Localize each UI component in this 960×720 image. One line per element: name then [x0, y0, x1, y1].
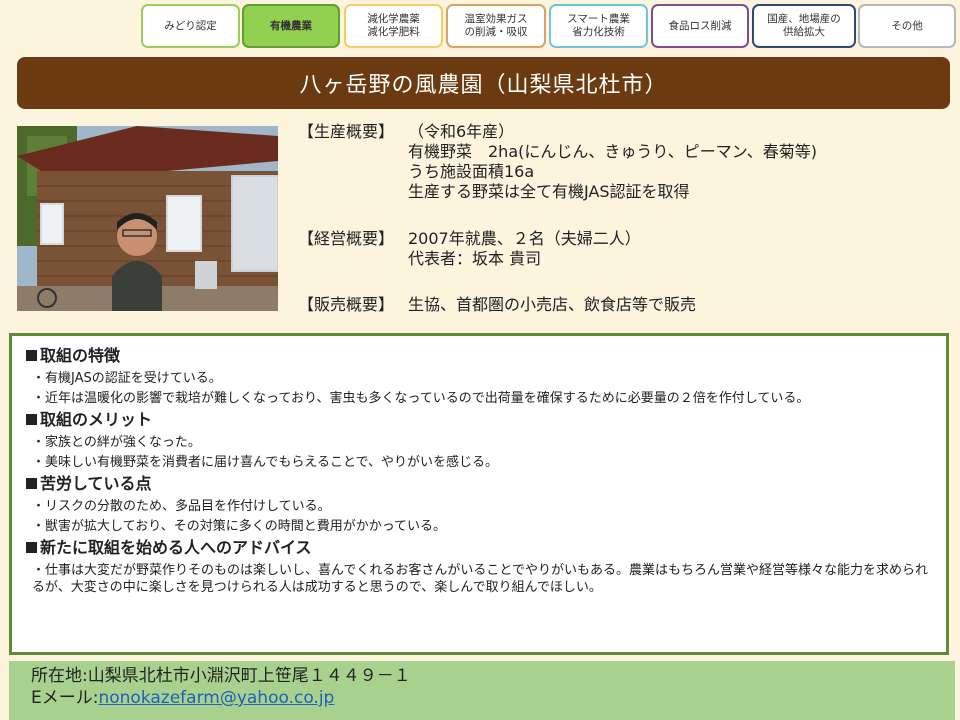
- production-line: 有機野菜 2ha(にんじん、きゅうり、ピーマン、春菊等): [408, 142, 818, 161]
- address: 所在地:山梨県北杜市小淵沢町上笹尾１４４９－１: [31, 666, 411, 686]
- square-bullet-icon: [26, 414, 37, 425]
- square-bullet-icon: [26, 478, 37, 489]
- section-title: 取組の特徴: [26, 345, 932, 367]
- production-summary: 【生産概要】 （令和6年産） 有機野菜 2ha(にんじん、きゅうり、ピーマン、春…: [298, 122, 817, 202]
- sales-label: 【販売概要】: [298, 295, 395, 314]
- page-title: 八ヶ岳野の風農園（山梨県北杜市）: [299, 73, 668, 98]
- production-label: 【生産概要】: [298, 122, 395, 141]
- tab-organic[interactable]: 有機農業: [242, 4, 340, 48]
- list-item: ・近年は温暖化の影響で栽培が難しくなっており、害虫も多くなっているので出荷量を確…: [32, 391, 810, 406]
- management-line: 2007年就農、２名（夫婦二人）: [408, 229, 641, 248]
- list-item: ・美味しい有機野菜を消費者に届け喜んでもらえることで、やりがいを感じる。: [32, 455, 499, 470]
- tab-reduced-chemicals[interactable]: 減化学農薬 減化学肥料: [344, 4, 443, 48]
- list-item: ・仕事は大変だが野菜作りそのものは楽しいし、喜んでくれるお客さんがいることでやり…: [32, 563, 928, 595]
- production-line: 生産する野菜は全て有機JAS認証を取得: [408, 182, 690, 201]
- tab-other[interactable]: その他: [858, 4, 956, 48]
- tab-food-loss[interactable]: 食品ロス削減: [651, 4, 749, 48]
- email-label: Eメール:: [31, 688, 99, 708]
- production-line: （令和6年産）: [408, 122, 515, 141]
- farmer-photo-illustration: [17, 126, 278, 311]
- production-line: うち施設面積16a: [408, 162, 535, 181]
- list-item: ・有機JASの認証を受けている。: [32, 371, 222, 386]
- tab-greenhouse-gas[interactable]: 温室効果ガス の削減・吸収: [446, 4, 546, 48]
- email-link[interactable]: nonokazefarm@yahoo.co.jp: [98, 688, 334, 708]
- contact-footer: 所在地:山梨県北杜市小淵沢町上笹尾１４４９－１ Eメール:nonokazefar…: [9, 661, 955, 720]
- sales-summary: 【販売概要】 生協、首都圏の小売店、飲食店等で販売: [298, 295, 696, 315]
- section-title: 新たに取組を始める人へのアドバイス: [26, 537, 932, 559]
- category-tabs: みどり認定 有機農業 減化学農薬 減化学肥料 温室効果ガス の削減・吸収 スマー…: [141, 4, 956, 52]
- section-title: 苦労している点: [26, 473, 932, 495]
- list-item: ・リスクの分散のため、多品目を作付けしている。: [32, 499, 331, 514]
- email-row: Eメール:nonokazefarm@yahoo.co.jp: [31, 687, 955, 709]
- tab-smart-agriculture[interactable]: スマート農業 省力化技術: [549, 4, 648, 48]
- page-title-bar: 八ヶ岳野の風農園（山梨県北杜市）: [17, 57, 950, 109]
- farmer-photo: [17, 126, 278, 311]
- square-bullet-icon: [26, 542, 37, 553]
- tab-midori[interactable]: みどり認定: [141, 4, 240, 48]
- list-item: ・獣害が拡大しており、その対策に多くの時間と費用がかかっている。: [32, 519, 447, 534]
- initiative-details: 取組の特徴 ・有機JASの認証を受けている。 ・近年は温暖化の影響で栽培が難しく…: [9, 333, 949, 655]
- management-line: 代表者：坂本 貴司: [408, 249, 542, 268]
- sales-line: 生協、首都圏の小売店、飲食店等で販売: [408, 295, 697, 314]
- management-summary: 【経営概要】 2007年就農、２名（夫婦二人） 代表者：坂本 貴司: [298, 229, 641, 269]
- list-item: ・家族との絆が強くなった。: [32, 435, 201, 450]
- tab-local-supply[interactable]: 国産、地場産の 供給拡大: [752, 4, 856, 48]
- section-title: 取組のメリット: [26, 409, 932, 431]
- square-bullet-icon: [26, 350, 37, 361]
- management-label: 【経営概要】: [298, 229, 395, 248]
